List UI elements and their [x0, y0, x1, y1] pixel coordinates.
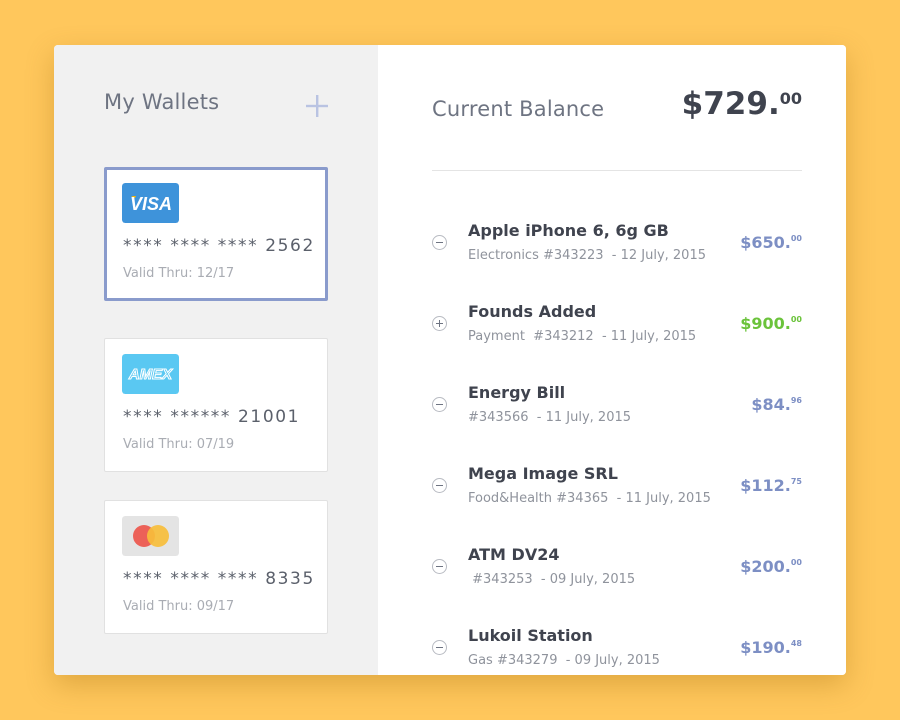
wallet-card-mastercard[interactable]: **** **** **** 8335 Valid Thru: 09/17: [104, 500, 328, 634]
transaction-amount: $200.00: [740, 557, 802, 576]
transaction-details: #343566 - 11 July, 2015: [468, 410, 632, 425]
transaction-title: Lukoil Station: [468, 626, 593, 645]
transaction-row[interactable]: Lukoil Station Gas #343279 - 09 July, 20…: [432, 615, 802, 675]
minus-icon[interactable]: [432, 559, 447, 574]
transaction-details: Payment #343212 - 11 July, 2015: [468, 329, 697, 344]
card-expiry: Valid Thru: 09/17: [123, 599, 235, 614]
balance-cents: 00: [779, 89, 802, 108]
svg-text:VISA: VISA: [130, 194, 172, 214]
balance-whole: $729.: [681, 86, 780, 122]
minus-icon[interactable]: [432, 478, 447, 493]
transaction-amount: $900.00: [740, 314, 802, 333]
plus-icon[interactable]: [432, 316, 447, 331]
mastercard-logo: [122, 516, 179, 556]
card-expiry: Valid Thru: 12/17: [123, 266, 235, 281]
wallet-card-amex[interactable]: AMEX **** ****** 21001 Valid Thru: 07/19: [104, 338, 328, 472]
balance-label: Current Balance: [432, 97, 605, 121]
wallet-panel: My Wallets VISA **** **** **** 2562 Vali…: [54, 45, 846, 675]
amount-cents: 75: [790, 477, 802, 486]
transaction-title: Energy Bill: [468, 383, 566, 402]
transaction-details: #343253 - 09 July, 2015: [468, 572, 636, 587]
add-wallet-button[interactable]: [304, 93, 330, 119]
wallets-title: My Wallets: [104, 90, 220, 114]
amount-cents: 00: [790, 315, 802, 324]
amount-cents: 00: [790, 558, 802, 567]
card-number: **** ****** 21001: [123, 407, 301, 427]
transaction-details: Gas #343279 - 09 July, 2015: [468, 653, 660, 668]
transaction-title: Founds Added: [468, 302, 597, 321]
minus-icon[interactable]: [432, 235, 447, 250]
amount-whole: $84.: [751, 395, 791, 414]
amex-logo: AMEX: [122, 354, 179, 394]
transaction-amount: $112.75: [740, 476, 802, 495]
amount-cents: 96: [790, 396, 802, 405]
minus-icon[interactable]: [432, 640, 447, 655]
visa-logo: VISA: [122, 183, 179, 223]
transaction-title: Apple iPhone 6, 6g GB: [468, 221, 669, 240]
svg-text:AMEX: AMEX: [128, 366, 173, 383]
plus-icon: [306, 95, 328, 117]
card-number: **** **** **** 2562: [123, 236, 315, 256]
transaction-row[interactable]: ATM DV24 #343253 - 09 July, 2015 $200.00: [432, 534, 802, 594]
wallets-sidebar: My Wallets VISA **** **** **** 2562 Vali…: [54, 45, 378, 675]
transaction-title: Mega Image SRL: [468, 464, 618, 483]
amount-cents: 00: [790, 234, 802, 243]
transaction-title: ATM DV24: [468, 545, 560, 564]
transaction-details: Food&Health #34365 - 11 July, 2015: [468, 491, 711, 506]
transaction-row[interactable]: Apple iPhone 6, 6g GB Electronics #34322…: [432, 210, 802, 270]
amount-whole: $112.: [740, 476, 791, 495]
divider: [432, 170, 802, 171]
balance-section: Current Balance $729.00 Apple iPhone 6, …: [378, 45, 846, 675]
transaction-amount: $190.48: [740, 638, 802, 657]
transaction-row[interactable]: Founds Added Payment #343212 - 11 July, …: [432, 291, 802, 351]
amount-whole: $900.: [740, 314, 791, 333]
transaction-row[interactable]: Energy Bill #343566 - 11 July, 2015 $84.…: [432, 372, 802, 432]
balance-amount: $729.00: [682, 86, 802, 122]
transaction-amount: $84.96: [751, 395, 802, 414]
amount-cents: 48: [790, 639, 802, 648]
amount-whole: $200.: [740, 557, 791, 576]
transaction-amount: $650.00: [740, 233, 802, 252]
card-expiry: Valid Thru: 07/19: [123, 437, 235, 452]
amount-whole: $650.: [740, 233, 791, 252]
wallet-card-visa[interactable]: VISA **** **** **** 2562 Valid Thru: 12/…: [104, 167, 328, 301]
card-number: **** **** **** 8335: [123, 569, 315, 589]
transaction-details: Electronics #343223 - 12 July, 2015: [468, 248, 706, 263]
minus-icon[interactable]: [432, 397, 447, 412]
transaction-row[interactable]: Mega Image SRL Food&Health #34365 - 11 J…: [432, 453, 802, 513]
amount-whole: $190.: [740, 638, 791, 657]
